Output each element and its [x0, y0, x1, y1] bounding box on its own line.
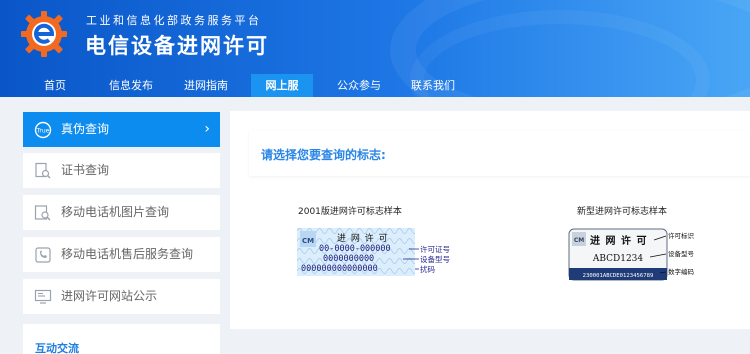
site-logo-icon[interactable] — [20, 10, 68, 58]
header-title: 电信设备进网许可 — [85, 34, 269, 58]
sample-2001-header: 进 网 许 可 — [337, 232, 389, 244]
sidebar-item-label: 移动电话机图片查询 — [61, 205, 170, 219]
query-prompt-text: 请选择您要查询的标志: — [261, 148, 386, 162]
site-header: 工业和信息化部政务服务平台 电信设备进网许可 首页 信息发布 进网指南 网上服务… — [0, 0, 750, 97]
svg-text:True: True — [36, 128, 50, 135]
svg-text:CM: CM — [574, 237, 584, 244]
monitor-list-icon — [34, 289, 52, 304]
document-search-icon — [35, 162, 51, 179]
sample-2001-line-2: 0000000000 — [323, 254, 374, 264]
sample-new-label[interactable]: CM 进 网 许 可 ABCD1234 230001ABCDE012345678… — [568, 227, 703, 283]
sample-new-header: 进 网 许 可 — [590, 234, 647, 247]
nav-item-public[interactable]: 公众参与 — [334, 74, 384, 97]
chevron-right-icon: › — [204, 121, 210, 137]
sidebar-item-after-sales-query[interactable]: 移动电话机售后服务查询 — [23, 237, 220, 272]
sample-2001-label[interactable]: CM 进 网 许 可 00-0000-000000 0000000000 000… — [297, 226, 457, 278]
nav-item-online-service[interactable]: 网上服务 — [251, 74, 313, 97]
sample-new-model: ABCD1234 — [592, 254, 644, 264]
sidebar-item-phone-image-query[interactable]: 移动电话机图片查询 — [23, 195, 220, 230]
image-search-icon — [34, 205, 51, 221]
sidebar-item-label: 移动电话机售后服务查询 — [61, 247, 194, 261]
sample-new-title: 新型进网许可标志样本 — [577, 207, 668, 217]
annotation-license-mark: 许可标识 — [668, 231, 695, 240]
sidebar-item-label: 证书查询 — [61, 163, 110, 177]
annotation-license-number: 许可证号 — [420, 244, 450, 254]
sidebar-section-label: 互动交流 — [35, 342, 79, 354]
sidebar-item-label: 真伪查询 — [61, 122, 110, 136]
nav-item-guide[interactable]: 进网指南 — [181, 74, 231, 97]
sample-new-code: 230001ABCDE0123456789 — [583, 273, 654, 279]
sidebar-item-certificate-query[interactable]: 证书查询 — [23, 153, 220, 188]
sample-2001-line-1: 00-0000-000000 — [319, 244, 391, 254]
annotation-scramble-code: 扰码 — [420, 264, 435, 274]
query-prompt-card: 请选择您要查询的标志: — [249, 131, 750, 176]
annotation-digital-code: 数字编码 — [668, 267, 695, 276]
sample-2001-line-3: 000000000000000 — [301, 264, 378, 274]
phone-service-icon — [35, 247, 51, 263]
main-nav: 首页 信息发布 进网指南 网上服务 公众参与 联系我们 — [0, 74, 750, 97]
sidebar-item-authenticity-query[interactable]: True 真伪查询 › — [23, 112, 220, 147]
nav-item-news[interactable]: 信息发布 — [106, 74, 156, 97]
nav-item-contact[interactable]: 联系我们 — [408, 74, 458, 97]
annotation-device-model-new: 设备型号 — [668, 249, 695, 258]
sidebar-item-site-publicity[interactable]: 进网许可网站公示 — [23, 279, 220, 314]
true-badge-icon: True — [34, 121, 52, 139]
svg-text:CM: CM — [302, 237, 314, 245]
header-subtitle: 工业和信息化部政务服务平台 — [86, 14, 262, 27]
sidebar-section-interaction[interactable]: 互动交流 — [23, 324, 220, 354]
sample-2001-title: 2001版进网许可标志样本 — [298, 207, 402, 217]
annotation-device-model: 设备型号 — [420, 254, 450, 264]
nav-item-home[interactable]: 首页 — [36, 74, 74, 97]
sidebar-item-label: 进网许可网站公示 — [61, 289, 158, 303]
